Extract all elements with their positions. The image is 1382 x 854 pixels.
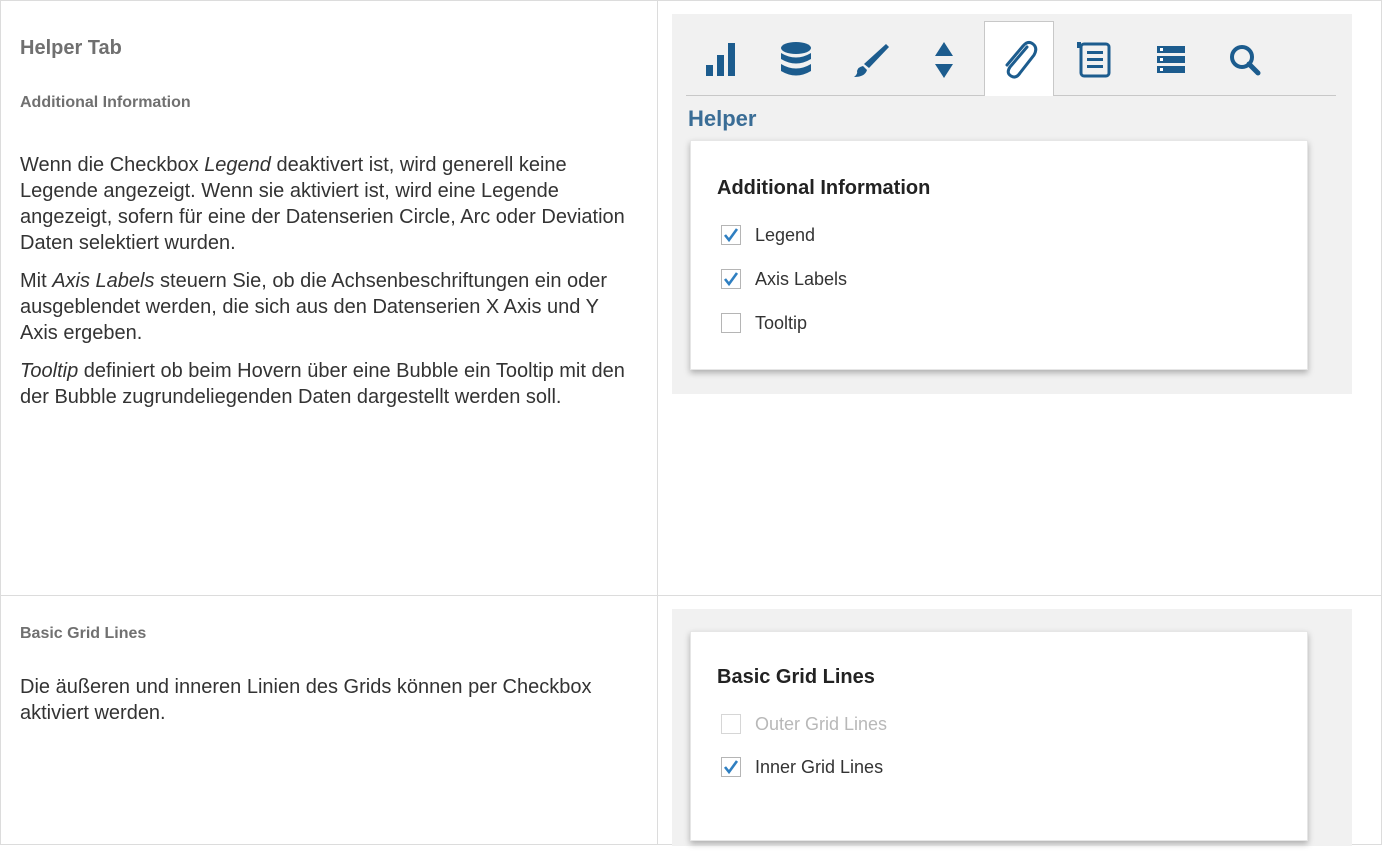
legend-label: Legend <box>755 224 816 245</box>
inner-grid-lines-label: Inner Grid Lines <box>755 756 884 777</box>
legend-paragraph: Wenn die Checkbox Legend deaktivert ist,… <box>20 154 625 254</box>
doc-table: Helper Tab Additional Information Wenn d… <box>0 0 1382 846</box>
helper-section-label: Helper <box>688 106 757 131</box>
tooltip-checkbox-row[interactable]: Tooltip <box>721 311 807 335</box>
legend-checkbox-row[interactable]: Legend <box>721 223 815 247</box>
tab-list[interactable] <box>1060 25 1130 95</box>
screenshot-cell: Basic Grid Lines Outer Grid Lines Inner … <box>657 595 1382 846</box>
tab-search[interactable] <box>1210 25 1280 95</box>
outer-grid-lines-label: Outer Grid Lines <box>755 713 888 734</box>
basic-grid-lines-card: Basic Grid Lines Outer Grid Lines Inner … <box>690 631 1308 841</box>
axis-labels-checkbox-row[interactable]: Axis Labels <box>721 267 847 291</box>
tab-helper[interactable] <box>984 21 1054 96</box>
tab-sort[interactable] <box>909 25 979 95</box>
additional-information-card: Additional Information Legend Axis Label… <box>690 140 1308 370</box>
grid-panel-screenshot: Basic Grid Lines Outer Grid Lines Inner … <box>672 609 1352 846</box>
helper-panel-screenshot: Helper Additional Information Legend Axi… <box>672 14 1352 394</box>
axis-labels-label: Axis Labels <box>755 268 848 289</box>
checkmark-icon <box>723 228 739 243</box>
bar-chart-icon <box>706 43 735 76</box>
list-icon <box>1077 42 1111 78</box>
inner-grid-lines-checkbox-row[interactable]: Inner Grid Lines <box>721 755 883 779</box>
section-subheading: Basic Grid Lines <box>20 625 147 642</box>
tab-style[interactable] <box>836 25 906 95</box>
inner-grid-lines-checkbox[interactable] <box>721 757 741 777</box>
outer-grid-lines-checkbox-row[interactable]: Outer Grid Lines <box>721 712 887 736</box>
tab-chart[interactable] <box>686 25 756 95</box>
search-icon <box>1230 45 1261 76</box>
screenshot-cell: Helper Additional Information Legend Axi… <box>657 0 1382 596</box>
table-row: Basic Grid Lines Die äußeren und inneren… <box>0 595 1382 846</box>
table-row: Helper Tab Additional Information Wenn d… <box>0 0 1382 596</box>
section-heading: Helper Tab <box>20 37 122 59</box>
card-title: Basic Grid Lines <box>717 666 875 688</box>
card-title: Additional Information <box>717 177 931 199</box>
paperclip-icon <box>1005 40 1038 79</box>
description-cell: Basic Grid Lines Die äußeren und inneren… <box>0 595 658 845</box>
brush-icon <box>854 44 889 77</box>
axis-labels-paragraph: Mit Axis Labels steuern Sie, ob die Achs… <box>20 270 608 344</box>
tooltip-label: Tooltip <box>755 312 808 333</box>
sort-arrows-icon <box>935 42 953 78</box>
outer-grid-lines-checkbox[interactable] <box>721 714 741 734</box>
tab-data[interactable] <box>761 25 831 95</box>
checkmark-icon <box>723 272 739 287</box>
rows-icon <box>1157 46 1185 73</box>
tab-rows[interactable] <box>1136 25 1206 95</box>
axis-labels-checkbox[interactable] <box>721 269 741 289</box>
database-icon <box>781 42 811 76</box>
section-subheading: Additional Information <box>20 94 191 111</box>
grid-lines-paragraph: Die äußeren und inneren Linien des Grids… <box>20 676 592 724</box>
tooltip-checkbox[interactable] <box>721 313 741 333</box>
tooltip-paragraph: Tooltip definiert ob beim Hovern über ei… <box>20 360 625 408</box>
description-cell: Helper Tab Additional Information Wenn d… <box>0 0 658 596</box>
legend-checkbox[interactable] <box>721 225 741 245</box>
property-toolbar <box>686 21 1336 96</box>
checkmark-icon <box>723 760 739 775</box>
